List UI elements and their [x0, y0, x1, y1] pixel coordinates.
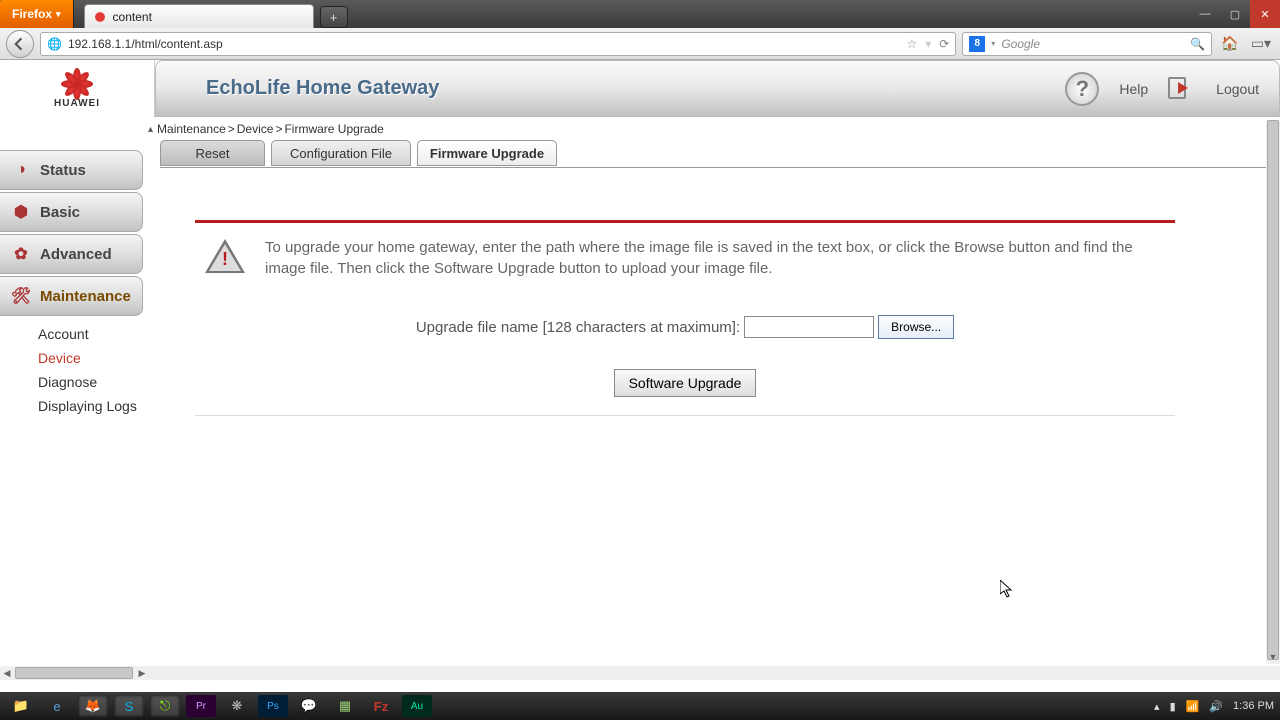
google-search-icon: 8 [969, 36, 985, 52]
page-body: HUAWEI EchoLife Home Gateway ? Help Logo… [0, 60, 1280, 692]
taskbar-ie-icon[interactable]: e [42, 695, 72, 717]
breadcrumb-maintenance[interactable]: Maintenance [157, 122, 226, 136]
browse-button[interactable]: Browse... [878, 315, 954, 339]
sidebar: ◑ Status ⬢ Basic ✿ Advanced 🛠 Maintenanc… [0, 150, 143, 418]
taskbar-firefox-icon[interactable]: 🦊 [78, 695, 108, 717]
titlebar: Firefox content + — ▢ ✕ [0, 0, 1280, 28]
huawei-flower-icon [59, 68, 95, 96]
search-bar[interactable]: 8 ▾ Google 🔍 [962, 32, 1212, 56]
breadcrumb: Maintenance > Device > Firmware Upgrade [148, 122, 384, 136]
breadcrumb-firmware: Firmware Upgrade [284, 122, 383, 136]
vertical-scrollbar[interactable]: ▼ [1266, 120, 1280, 664]
logout-link[interactable]: Logout [1216, 81, 1259, 97]
status-icon: ◑ [10, 159, 32, 181]
clock[interactable]: 1:36 PM [1233, 700, 1274, 712]
new-tab-button[interactable]: + [320, 6, 348, 28]
content-tabs: Reset Configuration File Firmware Upgrad… [160, 140, 557, 166]
sidebar-subitems: Account Device Diagnose Displaying Logs [0, 318, 143, 418]
taskbar-photoshop-icon[interactable]: Ps [258, 695, 288, 717]
tab-configuration-file[interactable]: Configuration File [271, 140, 411, 166]
taskbar-chat-icon[interactable]: 💬 [294, 695, 324, 717]
sidebar-item-label: Status [40, 162, 86, 179]
scroll-down-icon[interactable]: ▼ [1266, 650, 1280, 664]
content-panel: ! To upgrade your home gateway, enter th… [195, 220, 1175, 416]
scrollbar-thumb[interactable] [1267, 120, 1279, 660]
tabs-underline [160, 167, 1268, 168]
upload-file-input[interactable] [744, 316, 874, 338]
taskbar-filezilla-icon[interactable]: Fz [366, 695, 396, 717]
horizontal-scrollbar[interactable]: ◀ ▶ [0, 666, 1280, 680]
tray-arrow-icon[interactable]: ▴ [1154, 700, 1160, 713]
scroll-left-icon[interactable]: ◀ [0, 668, 14, 679]
window-controls: — ▢ ✕ [1190, 0, 1280, 28]
help-link[interactable]: Help [1119, 81, 1148, 97]
scrollbar-thumb[interactable] [15, 667, 133, 679]
close-button[interactable]: ✕ [1250, 0, 1280, 28]
software-upgrade-button[interactable]: Software Upgrade [614, 369, 757, 397]
minimize-button[interactable]: — [1190, 0, 1220, 28]
home-button[interactable]: 🏠 [1218, 35, 1241, 52]
url-text: 192.168.1.1/html/content.asp [68, 37, 223, 51]
page-title: EchoLife Home Gateway [206, 77, 439, 100]
taskbar-app2-icon[interactable]: ❋ [222, 695, 252, 717]
logout-icon[interactable] [1168, 77, 1196, 101]
taskbar-premiere-icon[interactable]: Pr [186, 695, 216, 717]
taskbar-audition-icon[interactable]: Au [402, 695, 432, 717]
sidebar-sub-device[interactable]: Device [38, 346, 143, 370]
sidebar-item-label: Basic [40, 204, 80, 221]
sidebar-item-maintenance[interactable]: 🛠 Maintenance [0, 276, 143, 316]
warning-icon: ! [205, 239, 245, 275]
scroll-right-icon[interactable]: ▶ [135, 668, 149, 679]
back-button[interactable] [6, 30, 34, 58]
huawei-favicon-icon [93, 10, 107, 24]
tab-strip: content + [74, 0, 1190, 28]
taskbar-notepad-icon[interactable]: ▦ [330, 695, 360, 717]
sidebar-sub-diagnose[interactable]: Diagnose [38, 370, 143, 394]
reload-button[interactable]: ⟳ [939, 37, 949, 51]
bookmarks-menu-button[interactable]: ▭▾ [1248, 35, 1274, 52]
tab-reset[interactable]: Reset [160, 140, 265, 166]
taskbar-explorer-icon[interactable]: 📁 [6, 695, 36, 717]
globe-icon: 🌐 [47, 37, 62, 51]
maintenance-icon: 🛠 [10, 285, 32, 307]
sidebar-item-label: Maintenance [40, 288, 131, 305]
taskbar-skype-icon[interactable]: S [114, 695, 144, 717]
brand-logo: HUAWEI [0, 60, 155, 117]
volume-icon[interactable]: 🔊 [1209, 700, 1223, 713]
browser-tab[interactable]: content [84, 4, 314, 28]
taskbar-app-icon[interactable]: ⎋ [150, 695, 180, 717]
tab-title: content [113, 10, 152, 24]
search-placeholder: Google [1001, 37, 1040, 51]
search-icon[interactable]: 🔍 [1190, 37, 1205, 51]
sidebar-sub-logs[interactable]: Displaying Logs [38, 394, 143, 418]
advanced-icon: ✿ [10, 243, 32, 265]
url-bar[interactable]: 🌐 192.168.1.1/html/content.asp ☆ ▾ ⟳ [40, 32, 956, 56]
sidebar-item-basic[interactable]: ⬢ Basic [0, 192, 143, 232]
sidebar-sub-account[interactable]: Account [38, 322, 143, 346]
sidebar-item-label: Advanced [40, 246, 112, 263]
help-icon[interactable]: ? [1065, 72, 1099, 106]
maximize-button[interactable]: ▢ [1220, 0, 1250, 28]
upload-file-label: Upgrade file name [128 characters at max… [416, 319, 740, 336]
taskbar: 📁 e 🦊 S ⎋ Pr ❋ Ps 💬 ▦ Fz Au ▴ ▮ 📶 🔊 1:36… [0, 692, 1280, 720]
warning-text: To upgrade your home gateway, enter the … [265, 237, 1165, 279]
page-header: EchoLife Home Gateway ? Help Logout [155, 60, 1280, 117]
firefox-menu-button[interactable]: Firefox [0, 0, 74, 28]
nav-toolbar: 🌐 192.168.1.1/html/content.asp ☆ ▾ ⟳ 8 ▾… [0, 28, 1280, 60]
sidebar-item-advanced[interactable]: ✿ Advanced [0, 234, 143, 274]
breadcrumb-device[interactable]: Device [237, 122, 274, 136]
tab-firmware-upgrade[interactable]: Firmware Upgrade [417, 140, 557, 166]
basic-icon: ⬢ [10, 201, 32, 223]
panel-divider [195, 415, 1175, 416]
battery-icon[interactable]: ▮ [1170, 700, 1176, 713]
back-arrow-icon [13, 37, 27, 51]
system-tray: ▴ ▮ 📶 🔊 1:36 PM [1154, 700, 1274, 713]
bookmark-star-icon[interactable]: ☆ [906, 37, 917, 51]
sidebar-item-status[interactable]: ◑ Status [0, 150, 143, 190]
network-icon[interactable]: 📶 [1186, 700, 1200, 713]
